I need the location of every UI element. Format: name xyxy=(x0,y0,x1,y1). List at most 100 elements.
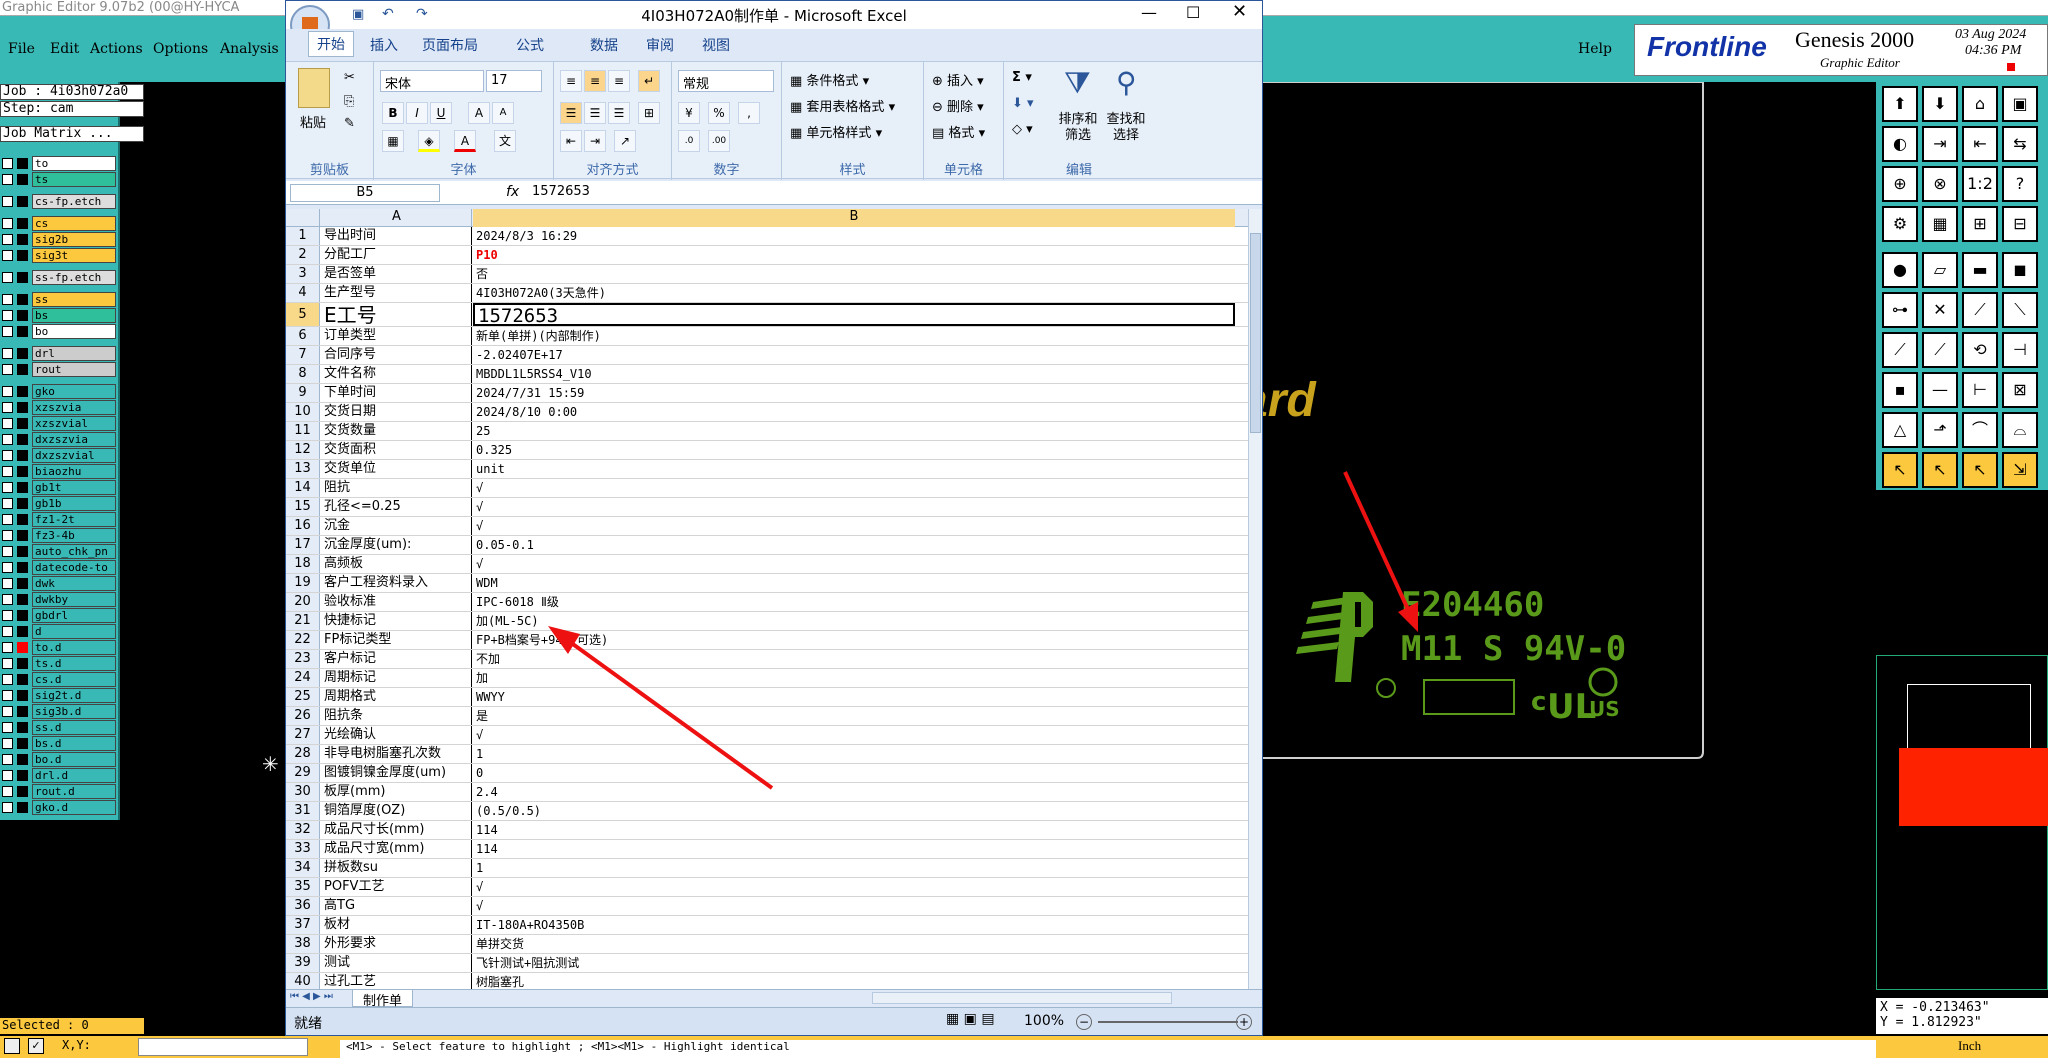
row-number[interactable]: 6 xyxy=(286,327,320,345)
layer-row[interactable]: fz1-2t xyxy=(0,512,118,527)
indent-icon[interactable]: ⇥ xyxy=(584,130,606,152)
cell-value[interactable]: IT-180A+RO4350B xyxy=(473,916,1235,934)
cell-label[interactable]: 测试 xyxy=(322,954,472,972)
find-select-button[interactable]: 查找和选择 xyxy=(1104,112,1148,144)
vertical-scrollbar[interactable] xyxy=(1248,209,1262,989)
layer-checkbox[interactable] xyxy=(2,674,13,685)
format-cells-button[interactable]: ▤ 格式 ▾ xyxy=(932,122,985,141)
layer-row[interactable]: bo.d xyxy=(0,752,118,767)
tool-button-icon[interactable]: ⟲ xyxy=(1962,332,1998,368)
tool-button-icon[interactable]: 1:2 xyxy=(1962,166,1998,202)
row-number[interactable]: 3 xyxy=(286,265,320,283)
cell-value[interactable]: 新单(单拼)(内部制作) xyxy=(473,327,1235,345)
row-number[interactable]: 17 xyxy=(286,536,320,554)
tool-button-icon[interactable]: ● xyxy=(1882,252,1918,288)
layer-row[interactable]: to xyxy=(0,156,118,171)
tool-button-icon[interactable]: ⊢ xyxy=(1962,372,1998,408)
row-number[interactable]: 2 xyxy=(286,246,320,264)
tab-4[interactable]: 公式 xyxy=(516,35,544,55)
layer-row[interactable]: sig3b.d xyxy=(0,704,118,719)
cell-value[interactable]: √ xyxy=(473,878,1235,896)
tool-button-icon[interactable]: ▣ xyxy=(2002,86,2038,122)
layer-checkbox[interactable] xyxy=(2,690,13,701)
shrink-font-icon[interactable]: A xyxy=(492,102,514,124)
layer-checkbox[interactable] xyxy=(2,174,13,185)
cell-value[interactable]: WDM xyxy=(473,574,1235,592)
layer-checkbox[interactable] xyxy=(2,530,13,541)
tool-button-icon[interactable]: ⟍ xyxy=(2002,292,2038,328)
sheet-tab-active[interactable]: 制作单 xyxy=(352,990,414,1009)
layer-row[interactable]: rout xyxy=(0,362,118,377)
tool-button-icon[interactable]: ⊞ xyxy=(1962,206,1998,242)
layer-checkbox[interactable] xyxy=(2,562,13,573)
layer-row[interactable]: drl xyxy=(0,346,118,361)
tab-1[interactable]: 开始 xyxy=(308,31,354,57)
layer-checkbox[interactable] xyxy=(2,434,13,445)
number-format-select[interactable]: 常规 xyxy=(678,70,774,92)
layer-checkbox[interactable] xyxy=(2,754,13,765)
row-number[interactable]: 20 xyxy=(286,593,320,611)
layer-checkbox[interactable] xyxy=(2,402,13,413)
cell-value[interactable]: √ xyxy=(473,517,1235,535)
row-number[interactable]: 35 xyxy=(286,878,320,896)
cell-label[interactable]: 阻抗 xyxy=(322,479,472,497)
currency-icon[interactable]: ¥ xyxy=(678,102,700,124)
tab-2[interactable]: 插入 xyxy=(370,35,398,55)
row-number[interactable]: 8 xyxy=(286,365,320,383)
layer-name[interactable]: to xyxy=(32,156,116,171)
decrease-decimal-icon[interactable]: .00 xyxy=(708,130,730,152)
menu-edit[interactable]: Edit xyxy=(50,41,79,57)
cell-label[interactable]: 板厚(mm) xyxy=(322,783,472,801)
layer-row[interactable]: to.d xyxy=(0,640,118,655)
layer-checkbox[interactable] xyxy=(2,218,13,229)
row-number[interactable]: 14 xyxy=(286,479,320,497)
row-number[interactable]: 30 xyxy=(286,783,320,801)
cell-label[interactable]: 订单类型 xyxy=(322,327,472,345)
layer-name[interactable]: bs xyxy=(32,308,116,323)
cell-value[interactable]: 2024/8/3 16:29 xyxy=(473,227,1235,245)
tool-button-icon[interactable]: ⊶ xyxy=(1882,292,1918,328)
layer-row[interactable]: rout.d xyxy=(0,784,118,799)
cell-value[interactable]: 1 xyxy=(473,859,1235,877)
cell-value[interactable]: 1572653 xyxy=(473,303,1235,326)
layer-checkbox[interactable] xyxy=(2,802,13,813)
layer-checkbox[interactable] xyxy=(2,770,13,781)
layer-checkbox[interactable] xyxy=(2,364,13,375)
row-number[interactable]: 4 xyxy=(286,284,320,302)
row-number[interactable]: 40 xyxy=(286,973,320,989)
layer-row[interactable]: gb1b xyxy=(0,496,118,511)
table-format-button[interactable]: ▦ 套用表格格式 ▾ xyxy=(790,96,895,115)
layer-name[interactable]: bs.d xyxy=(32,736,116,751)
row-number[interactable]: 27 xyxy=(286,726,320,744)
tool-button-icon[interactable]: ⟋ xyxy=(1882,332,1918,368)
cell-label[interactable]: 成品尺寸宽(mm) xyxy=(322,840,472,858)
layer-name[interactable]: drl xyxy=(32,346,116,361)
underline-button[interactable]: U xyxy=(430,102,452,124)
layer-name[interactable]: gko.d xyxy=(32,800,116,815)
delete-cells-button[interactable]: ⊖ 删除 ▾ xyxy=(932,96,984,115)
tab-6[interactable]: 审阅 xyxy=(646,35,674,55)
cell-value[interactable]: -2.02407E+17 xyxy=(473,346,1235,364)
cell-label[interactable]: 过孔工艺 xyxy=(322,973,472,989)
tool-button-icon[interactable]: ↖ xyxy=(1882,452,1918,488)
layer-name[interactable]: d xyxy=(32,624,116,639)
cell-value[interactable]: 0.05-0.1 xyxy=(473,536,1235,554)
cell-value[interactable]: √ xyxy=(473,555,1235,573)
layer-name[interactable]: bo.d xyxy=(32,752,116,767)
cell-label[interactable]: 客户工程资料录入 xyxy=(322,574,472,592)
row-number[interactable]: 32 xyxy=(286,821,320,839)
align-bottom-icon[interactable]: ≡ xyxy=(608,70,630,92)
row-number[interactable]: 26 xyxy=(286,707,320,725)
tool-button-icon[interactable]: — xyxy=(1922,372,1958,408)
layer-checkbox[interactable] xyxy=(2,738,13,749)
cell-value[interactable]: 25 xyxy=(473,422,1235,440)
cell-label[interactable]: 快捷标记 xyxy=(322,612,472,630)
job-matrix-button[interactable]: Job Matrix ... xyxy=(0,126,144,142)
row-number[interactable]: 5 xyxy=(286,303,320,326)
layer-checkbox[interactable] xyxy=(2,250,13,261)
cell-value[interactable]: P10 xyxy=(473,246,1235,264)
row-number[interactable]: 21 xyxy=(286,612,320,630)
layer-checkbox[interactable] xyxy=(2,594,13,605)
row-number[interactable]: 33 xyxy=(286,840,320,858)
worksheet-grid[interactable]: A B 1 导出时间 2024/8/3 16:29 2 分配工厂 P10 3 是否签单否 4 生产… xyxy=(286,209,1248,989)
